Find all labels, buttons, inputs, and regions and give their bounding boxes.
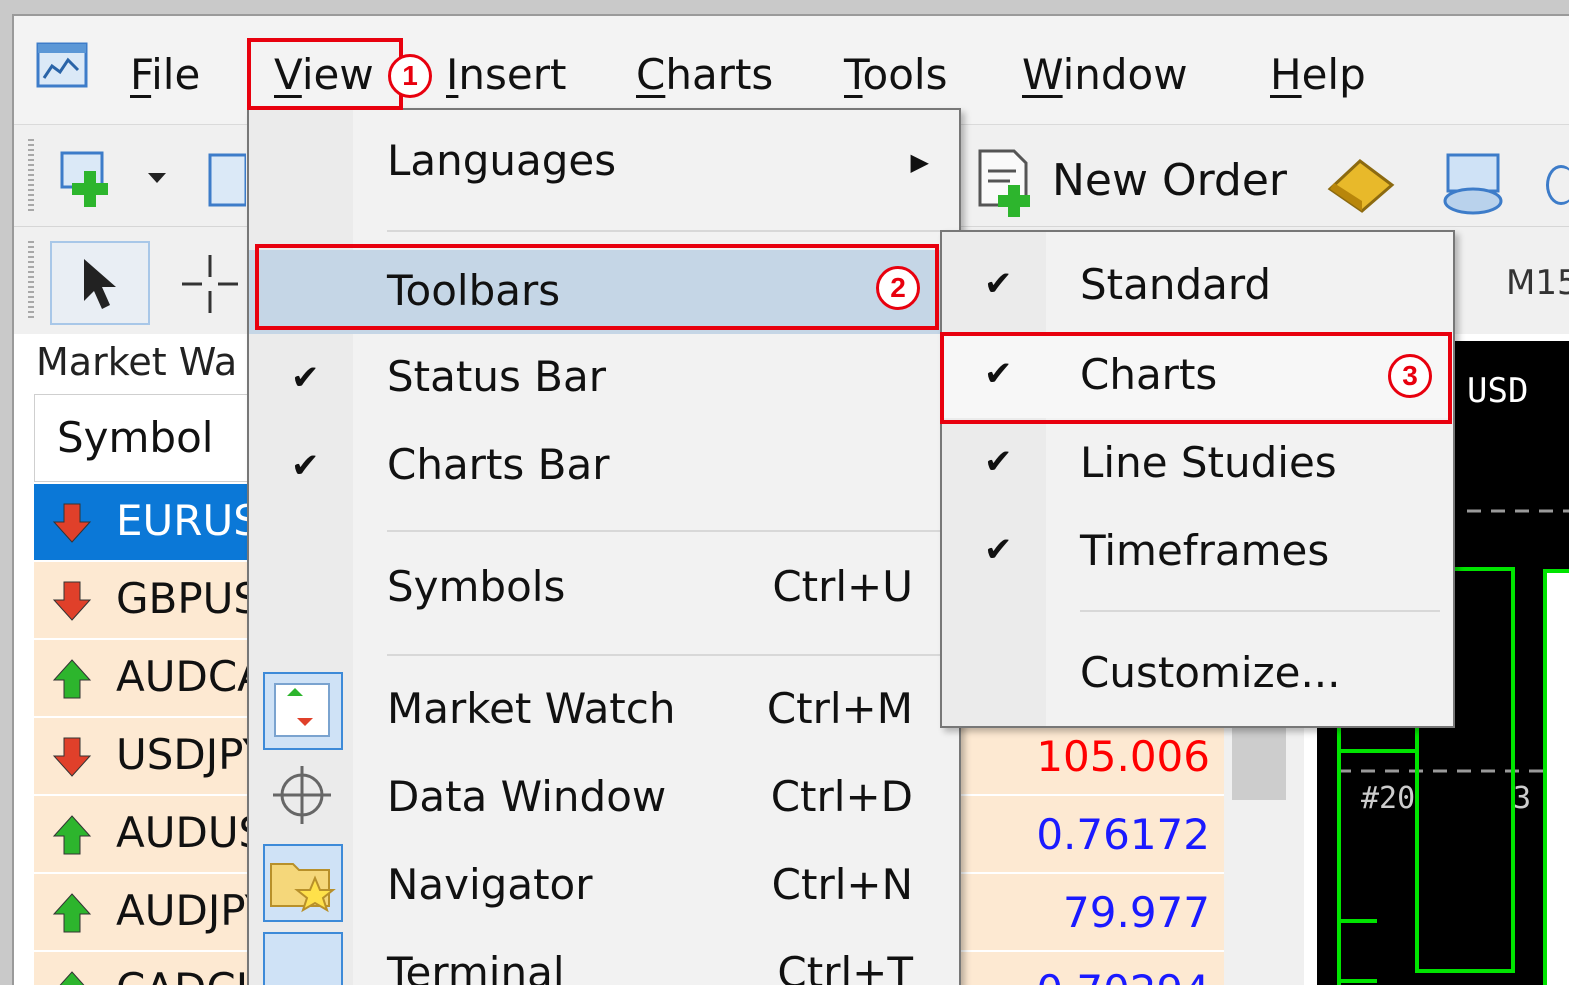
- terminal-window: File View Insert Charts Tools Window Hel…: [12, 14, 1569, 985]
- step-badge-3: 3: [1388, 354, 1432, 398]
- arrow-up-icon: [52, 893, 92, 933]
- menu-item-status-bar[interactable]: ✔ Status Bar: [249, 336, 959, 420]
- submenu-item-timeframes[interactable]: ✔ Timeframes: [942, 508, 1453, 594]
- new-chart-icon[interactable]: [58, 149, 128, 211]
- navigator-shortcut: Ctrl+N: [771, 860, 913, 909]
- market-watch-label: Market Watch: [387, 684, 676, 733]
- arrow-down-icon: [52, 737, 92, 777]
- market-watch-shortcut: Ctrl+M: [766, 684, 913, 733]
- profiles-icon[interactable]: [206, 151, 246, 211]
- market-watch-icon: [263, 672, 343, 750]
- menu-help[interactable]: Help: [1270, 50, 1366, 100]
- checkmark-icon: ✔: [984, 530, 1013, 570]
- menu-item-languages[interactable]: Languages ▶: [249, 120, 959, 204]
- arrow-up-icon: [52, 659, 92, 699]
- menu-insert[interactable]: Insert: [446, 50, 566, 100]
- symbols-label: Symbols: [387, 562, 566, 611]
- chart-order-tag: #20: [1361, 781, 1416, 816]
- bid-value: 105.006: [1036, 732, 1210, 781]
- toolbars-submenu: ✔ Standard ✔ Charts ✔ Line Studies ✔ Tim…: [940, 230, 1455, 728]
- bid-value: 0.76172: [1036, 810, 1210, 859]
- step-badge-2: 2: [876, 266, 920, 310]
- terminal-label: Terminal: [387, 948, 565, 985]
- menu-separator: [387, 654, 947, 656]
- chevron-down-icon[interactable]: [148, 173, 166, 183]
- metaeditor-icon[interactable]: [1326, 155, 1396, 215]
- new-order-icon[interactable]: [974, 147, 1040, 219]
- highlight-charts-item: [940, 332, 1452, 424]
- menu-item-symbols[interactable]: Symbols Ctrl+U: [249, 546, 959, 630]
- menu-item-market-watch[interactable]: Market Watch Ctrl+M: [249, 668, 959, 752]
- checkmark-icon: ✔: [291, 446, 320, 486]
- highlight-view-menu: [247, 38, 403, 110]
- step-badge-1: 1: [388, 54, 432, 98]
- submenu-item-standard[interactable]: ✔ Standard: [942, 242, 1453, 328]
- submenu-arrow-icon: ▶: [910, 148, 929, 176]
- data-window-shortcut: Ctrl+D: [770, 772, 913, 821]
- arrow-up-icon: [52, 815, 92, 855]
- timeframe-m15-button[interactable]: M15: [1506, 263, 1569, 303]
- timeframes-label: Timeframes: [1080, 526, 1330, 575]
- menu-charts[interactable]: Charts: [636, 50, 773, 100]
- navigator-folder-star-icon: [263, 844, 343, 922]
- customize-label: Customize...: [1080, 648, 1341, 697]
- arrow-down-icon: [52, 581, 92, 621]
- market-watch-title: Market Wa: [36, 340, 238, 384]
- bid-value: 0.70294: [1036, 966, 1210, 985]
- menu-item-charts-bar[interactable]: ✔ Charts Bar: [249, 424, 959, 508]
- app-icon: [36, 42, 88, 88]
- highlight-toolbars-item: [255, 244, 939, 330]
- checkmark-icon: ✔: [984, 264, 1013, 304]
- menu-separator: [1080, 610, 1440, 612]
- toolbar-grip-2[interactable]: [28, 241, 34, 319]
- data-server-icon[interactable]: [1440, 151, 1506, 217]
- standard-label: Standard: [1080, 260, 1272, 309]
- data-window-label: Data Window: [387, 772, 667, 821]
- symbol-name: USDJPY: [116, 730, 269, 779]
- line-studies-label: Line Studies: [1080, 438, 1337, 487]
- submenu-item-customize[interactable]: Customize...: [942, 630, 1453, 716]
- arrow-down-icon: [52, 503, 92, 543]
- bid-value: 79.977: [1063, 888, 1210, 937]
- cursor-arrow-icon: [84, 259, 116, 309]
- languages-label: Languages: [387, 136, 617, 185]
- chart-order-tag-2: 3: [1513, 781, 1532, 816]
- data-window-crosshair-icon: [273, 766, 331, 824]
- help-icon[interactable]: [1546, 165, 1569, 205]
- menu-window[interactable]: Window: [1022, 50, 1188, 100]
- symbol-header-label: Symbol: [57, 413, 214, 462]
- cursor-tool-button[interactable]: [50, 241, 150, 325]
- menu-file[interactable]: File: [130, 50, 200, 100]
- menu-tools[interactable]: Tools: [844, 50, 947, 100]
- arrow-up-icon: [59, 971, 85, 985]
- view-menu-dropdown: Languages ▶ Toolbars ✔ Status Bar ✔ Char…: [247, 108, 961, 985]
- menu-separator: [387, 230, 947, 232]
- charts-bar-label: Charts Bar: [387, 440, 610, 489]
- symbols-shortcut: Ctrl+U: [772, 562, 913, 611]
- checkmark-icon: ✔: [291, 358, 320, 398]
- submenu-item-line-studies[interactable]: ✔ Line Studies: [942, 420, 1453, 506]
- menu-item-navigator[interactable]: Navigator Ctrl+N: [249, 844, 959, 928]
- navigator-label: Navigator: [387, 860, 593, 909]
- toolbar-grip[interactable]: [28, 139, 34, 211]
- terminal-icon: [263, 932, 343, 985]
- new-order-button[interactable]: New Order: [1052, 155, 1287, 206]
- status-bar-label: Status Bar: [387, 352, 607, 401]
- crosshair-icon[interactable]: [180, 253, 240, 315]
- checkmark-icon: ✔: [984, 442, 1013, 482]
- terminal-shortcut: Ctrl+T: [777, 948, 913, 985]
- menu-item-terminal[interactable]: Terminal Ctrl+T: [249, 932, 959, 985]
- menu-separator: [387, 530, 947, 532]
- menu-item-data-window[interactable]: Data Window Ctrl+D: [249, 756, 959, 840]
